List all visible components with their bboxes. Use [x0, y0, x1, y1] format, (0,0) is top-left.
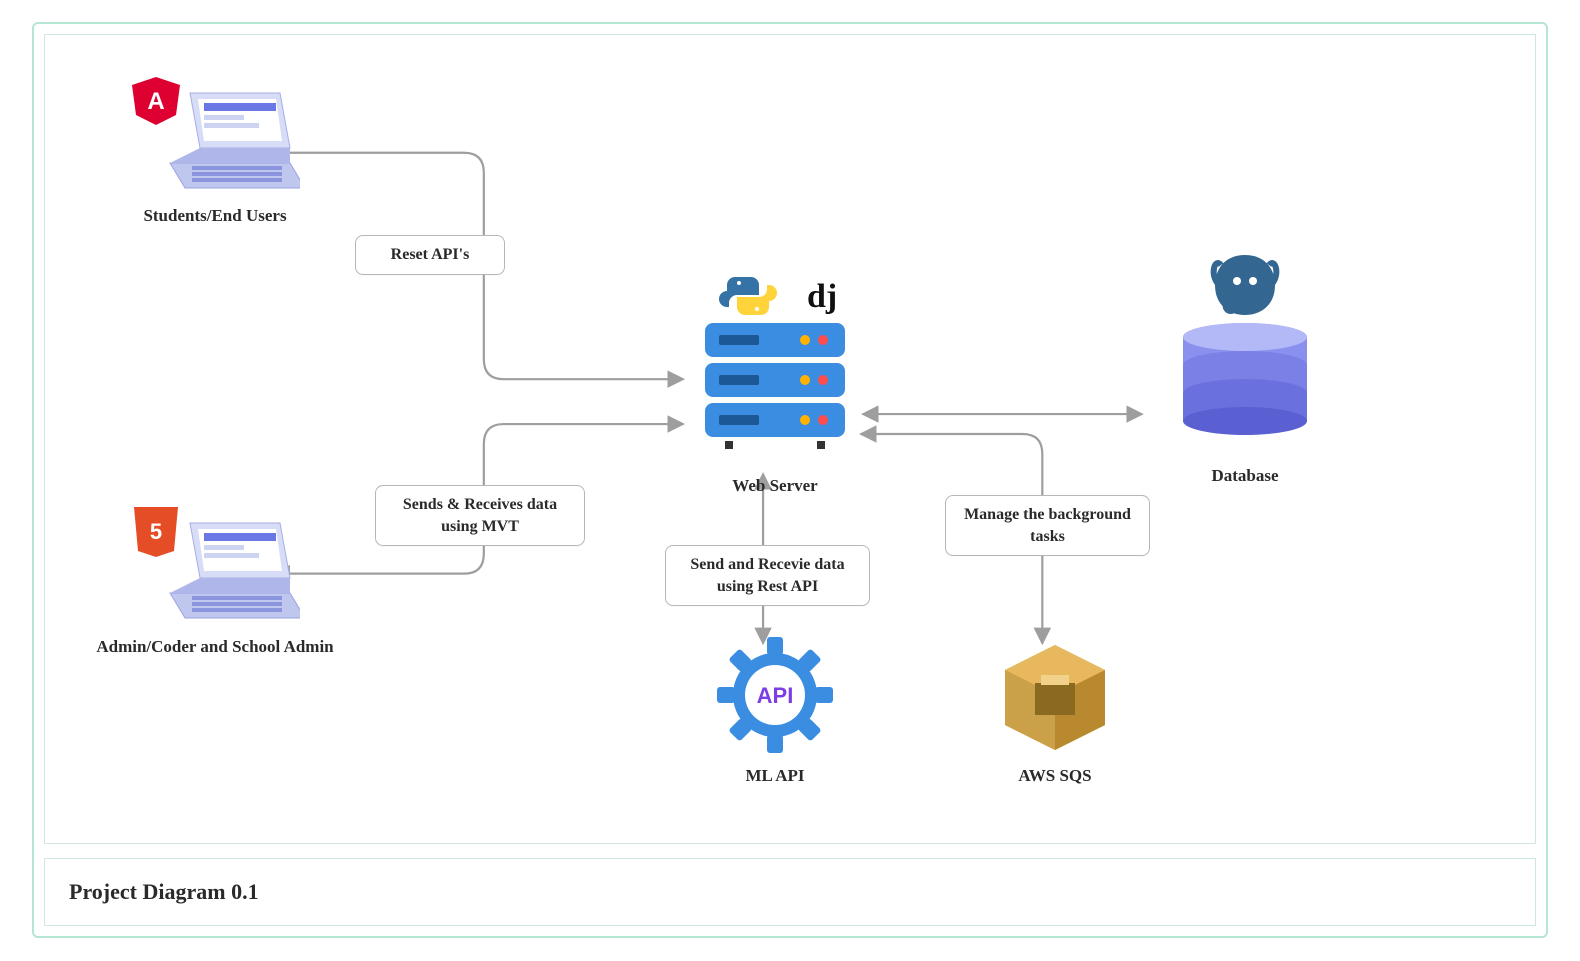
laptop-icon: A — [130, 75, 300, 195]
node-mlapi-label: ML API — [695, 766, 855, 786]
server-icon: dj — [685, 275, 865, 465]
edge-label-webserver-sqs: Manage the background tasks — [945, 495, 1150, 556]
diagram-title: Project Diagram 0.1 — [69, 879, 259, 905]
edge-label-admin-webserver: Sends & Receives data using MVT — [375, 485, 585, 546]
node-admin: 5 Admin/Coder — [90, 505, 340, 659]
node-database-label: Database — [1145, 466, 1345, 486]
node-awssqs: AWS SQS — [975, 640, 1135, 786]
svg-text:dj: dj — [807, 278, 837, 315]
node-webserver: dj — [675, 275, 875, 496]
svg-text:API: API — [757, 683, 794, 708]
node-students: A Students/En — [105, 75, 325, 226]
diagram-title-bar: Project Diagram 0.1 — [44, 858, 1536, 926]
edge-label-webserver-mlapi: Send and Recevie data using Rest API — [665, 545, 870, 606]
svg-text:A: A — [147, 88, 164, 115]
node-students-label: Students/End Users — [105, 206, 325, 226]
api-gear-icon: API — [715, 635, 835, 755]
aws-sqs-icon — [995, 640, 1115, 755]
node-database: Database — [1145, 255, 1345, 486]
node-mlapi: API ML API — [695, 635, 855, 786]
diagram-canvas: A Students/En — [44, 34, 1536, 844]
laptop-icon: 5 — [130, 505, 300, 625]
database-icon — [1160, 255, 1330, 455]
node-awssqs-label: AWS SQS — [975, 766, 1135, 786]
edge-label-students-webserver: Reset API's — [355, 235, 505, 275]
node-webserver-label: Web Server — [675, 476, 875, 496]
node-admin-label: Admin/Coder and School Admin — [90, 636, 340, 659]
diagram-outer-frame: A Students/En — [32, 22, 1548, 938]
svg-text:5: 5 — [150, 519, 162, 544]
